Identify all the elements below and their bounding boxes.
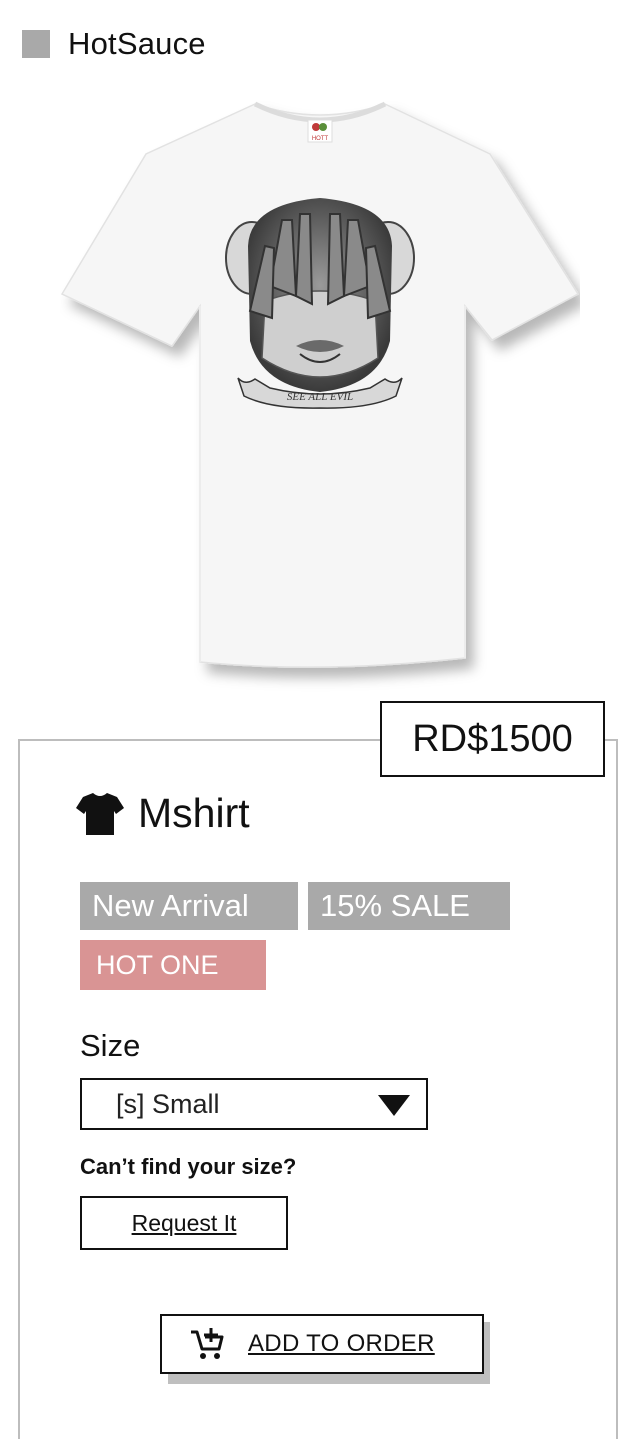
badge-new-arrival: New Arrival xyxy=(80,882,298,930)
header: HotSauce xyxy=(22,26,206,62)
tshirt-icon xyxy=(76,792,124,835)
svg-text:SEE ALL EVIL: SEE ALL EVIL xyxy=(287,391,353,403)
size-select-value: [s] Small xyxy=(116,1088,220,1119)
price-tag: RD$1500 xyxy=(380,701,605,777)
size-select[interactable]: [s] Small xyxy=(80,1078,428,1130)
size-label: Size xyxy=(80,1028,141,1063)
request-size-button[interactable]: Request It xyxy=(80,1196,288,1250)
logo-icon xyxy=(22,30,50,58)
product-name: Mshirt xyxy=(138,790,250,836)
add-to-order-button[interactable]: ADD TO ORDER xyxy=(160,1314,484,1374)
add-to-order-label: ADD TO ORDER xyxy=(248,1330,435,1357)
product-title: Mshirt xyxy=(76,790,250,837)
brand-name: HotSauce xyxy=(68,26,206,61)
chevron-down-icon xyxy=(378,1095,410,1116)
svg-text:HOTT: HOTT xyxy=(312,136,329,142)
badge-sale: 15% SALE xyxy=(308,882,510,930)
badge-hot-one: HOT ONE xyxy=(80,940,266,990)
product-image: HOTT SEE ALL EVIL xyxy=(60,101,580,668)
add-to-cart-icon xyxy=(191,1328,224,1359)
cant-find-size-text: Can’t find your size? xyxy=(80,1154,297,1179)
